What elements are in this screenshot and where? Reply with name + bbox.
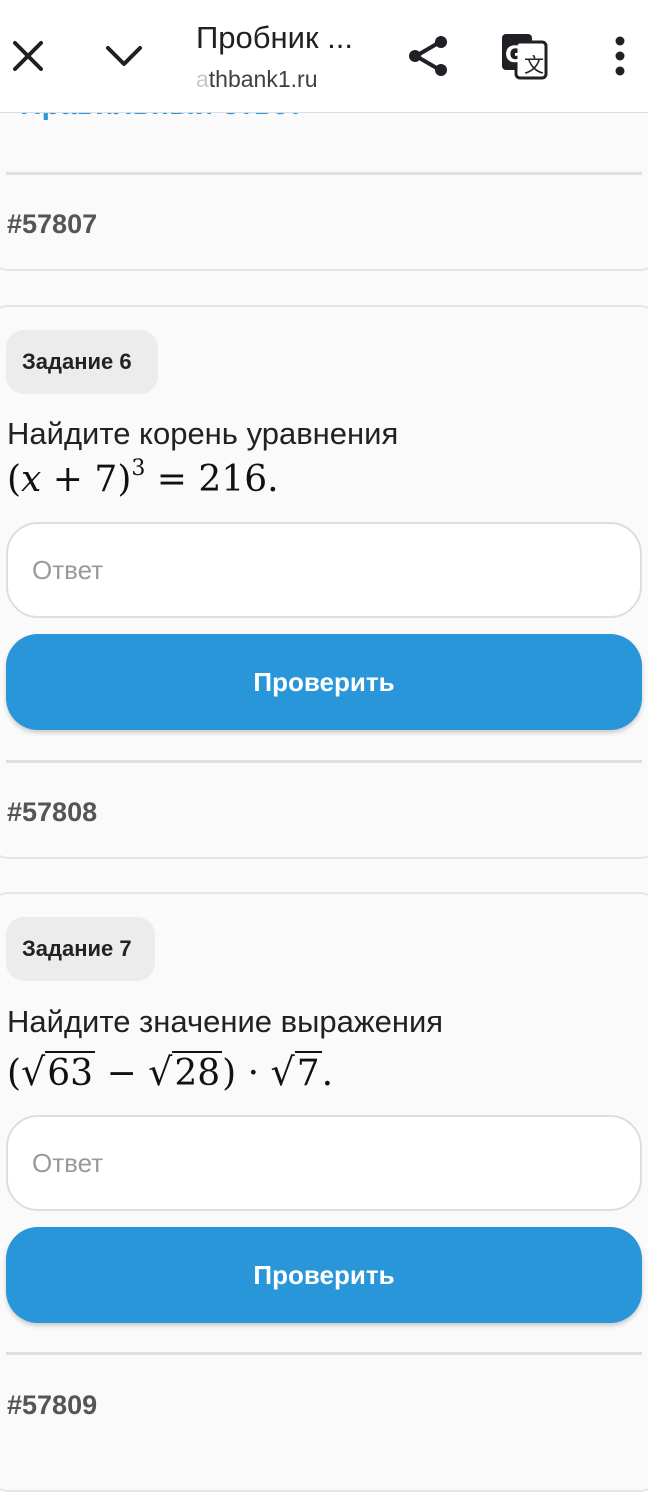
share-icon[interactable] [406, 34, 450, 78]
check-button[interactable]: Проверить [6, 1227, 642, 1323]
task-badge: Задание 7 [6, 917, 155, 981]
page-title: Пробник ... [196, 20, 353, 55]
svg-text:文: 文 [524, 53, 544, 77]
more-vert-icon[interactable] [610, 36, 630, 76]
card-divider [6, 760, 642, 763]
answer-input[interactable] [6, 522, 642, 618]
task-id: #57808 [7, 797, 98, 827]
question-text: Найдите корень уравнения [7, 416, 399, 451]
card-divider [6, 1352, 642, 1355]
translate-icon[interactable]: G 文 [500, 32, 548, 80]
answer-input[interactable] [6, 1115, 642, 1211]
equation-formula: (x + 7)3 = 216. [7, 456, 279, 500]
page-url: athbank1.ru [196, 66, 336, 93]
check-button[interactable]: Проверить [6, 634, 642, 730]
browser-toolbar: Пробник ... athbank1.ru G 文 [0, 0, 648, 113]
card-divider [6, 172, 642, 175]
url-text: thbank1.ru [208, 66, 318, 92]
url-faded-text: a [196, 66, 209, 92]
task-id: #57807 [7, 209, 98, 239]
svg-text:G: G [505, 43, 523, 68]
expression-formula: (√63 − √28) · √7. [7, 1050, 334, 1094]
chevron-down-icon[interactable] [104, 40, 144, 70]
task-badge: Задание 6 [6, 330, 158, 394]
page-content: Правильный ответ #57807 Задание 6 Найдит… [0, 0, 648, 1492]
question-text: Найдите значение выражения [7, 1004, 444, 1039]
close-icon[interactable] [10, 38, 46, 74]
task-id: #57809 [7, 1390, 98, 1420]
